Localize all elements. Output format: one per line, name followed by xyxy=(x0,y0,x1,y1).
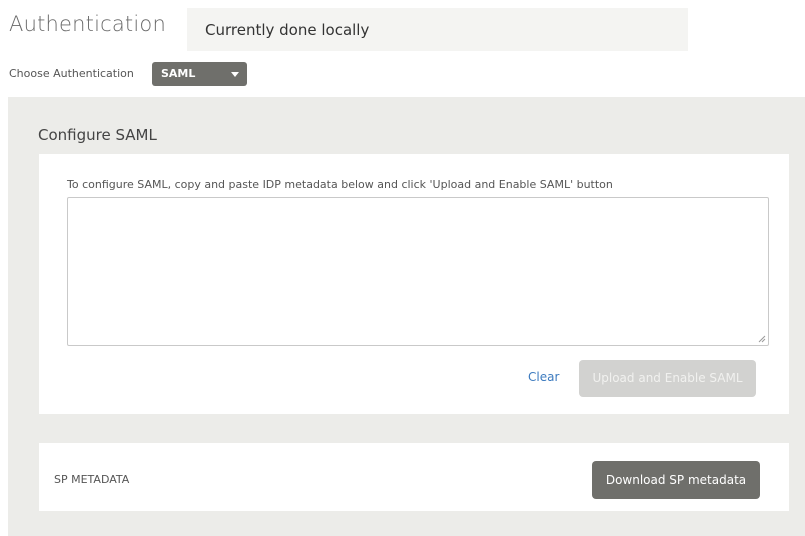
choose-authentication-label: Choose Authentication xyxy=(9,67,134,80)
auth-status-box: Currently done locally xyxy=(187,8,688,51)
authentication-select-value: SAML xyxy=(161,67,196,80)
authentication-page: Authentication Currently done locally Ch… xyxy=(0,0,805,536)
authentication-select[interactable]: SAML xyxy=(152,62,247,86)
configure-saml-title: Configure SAML xyxy=(38,126,157,144)
clear-link[interactable]: Clear xyxy=(528,370,559,384)
sp-metadata-label: SP METADATA xyxy=(54,473,130,486)
saml-instructions: To configure SAML, copy and paste IDP me… xyxy=(67,178,613,191)
sp-metadata-card: SP METADATA Download SP metadata xyxy=(39,443,789,511)
upload-and-enable-saml-button[interactable]: Upload and Enable SAML xyxy=(579,360,756,397)
resize-grip-icon[interactable] xyxy=(758,335,766,343)
idp-metadata-textarea[interactable] xyxy=(67,197,769,346)
caret-down-icon xyxy=(231,72,239,77)
page-title: Authentication xyxy=(9,12,166,36)
auth-status-text: Currently done locally xyxy=(205,21,370,39)
saml-panel: Configure SAML To configure SAML, copy a… xyxy=(8,97,805,536)
download-sp-metadata-button[interactable]: Download SP metadata xyxy=(592,461,760,499)
saml-config-card: To configure SAML, copy and paste IDP me… xyxy=(39,154,789,414)
